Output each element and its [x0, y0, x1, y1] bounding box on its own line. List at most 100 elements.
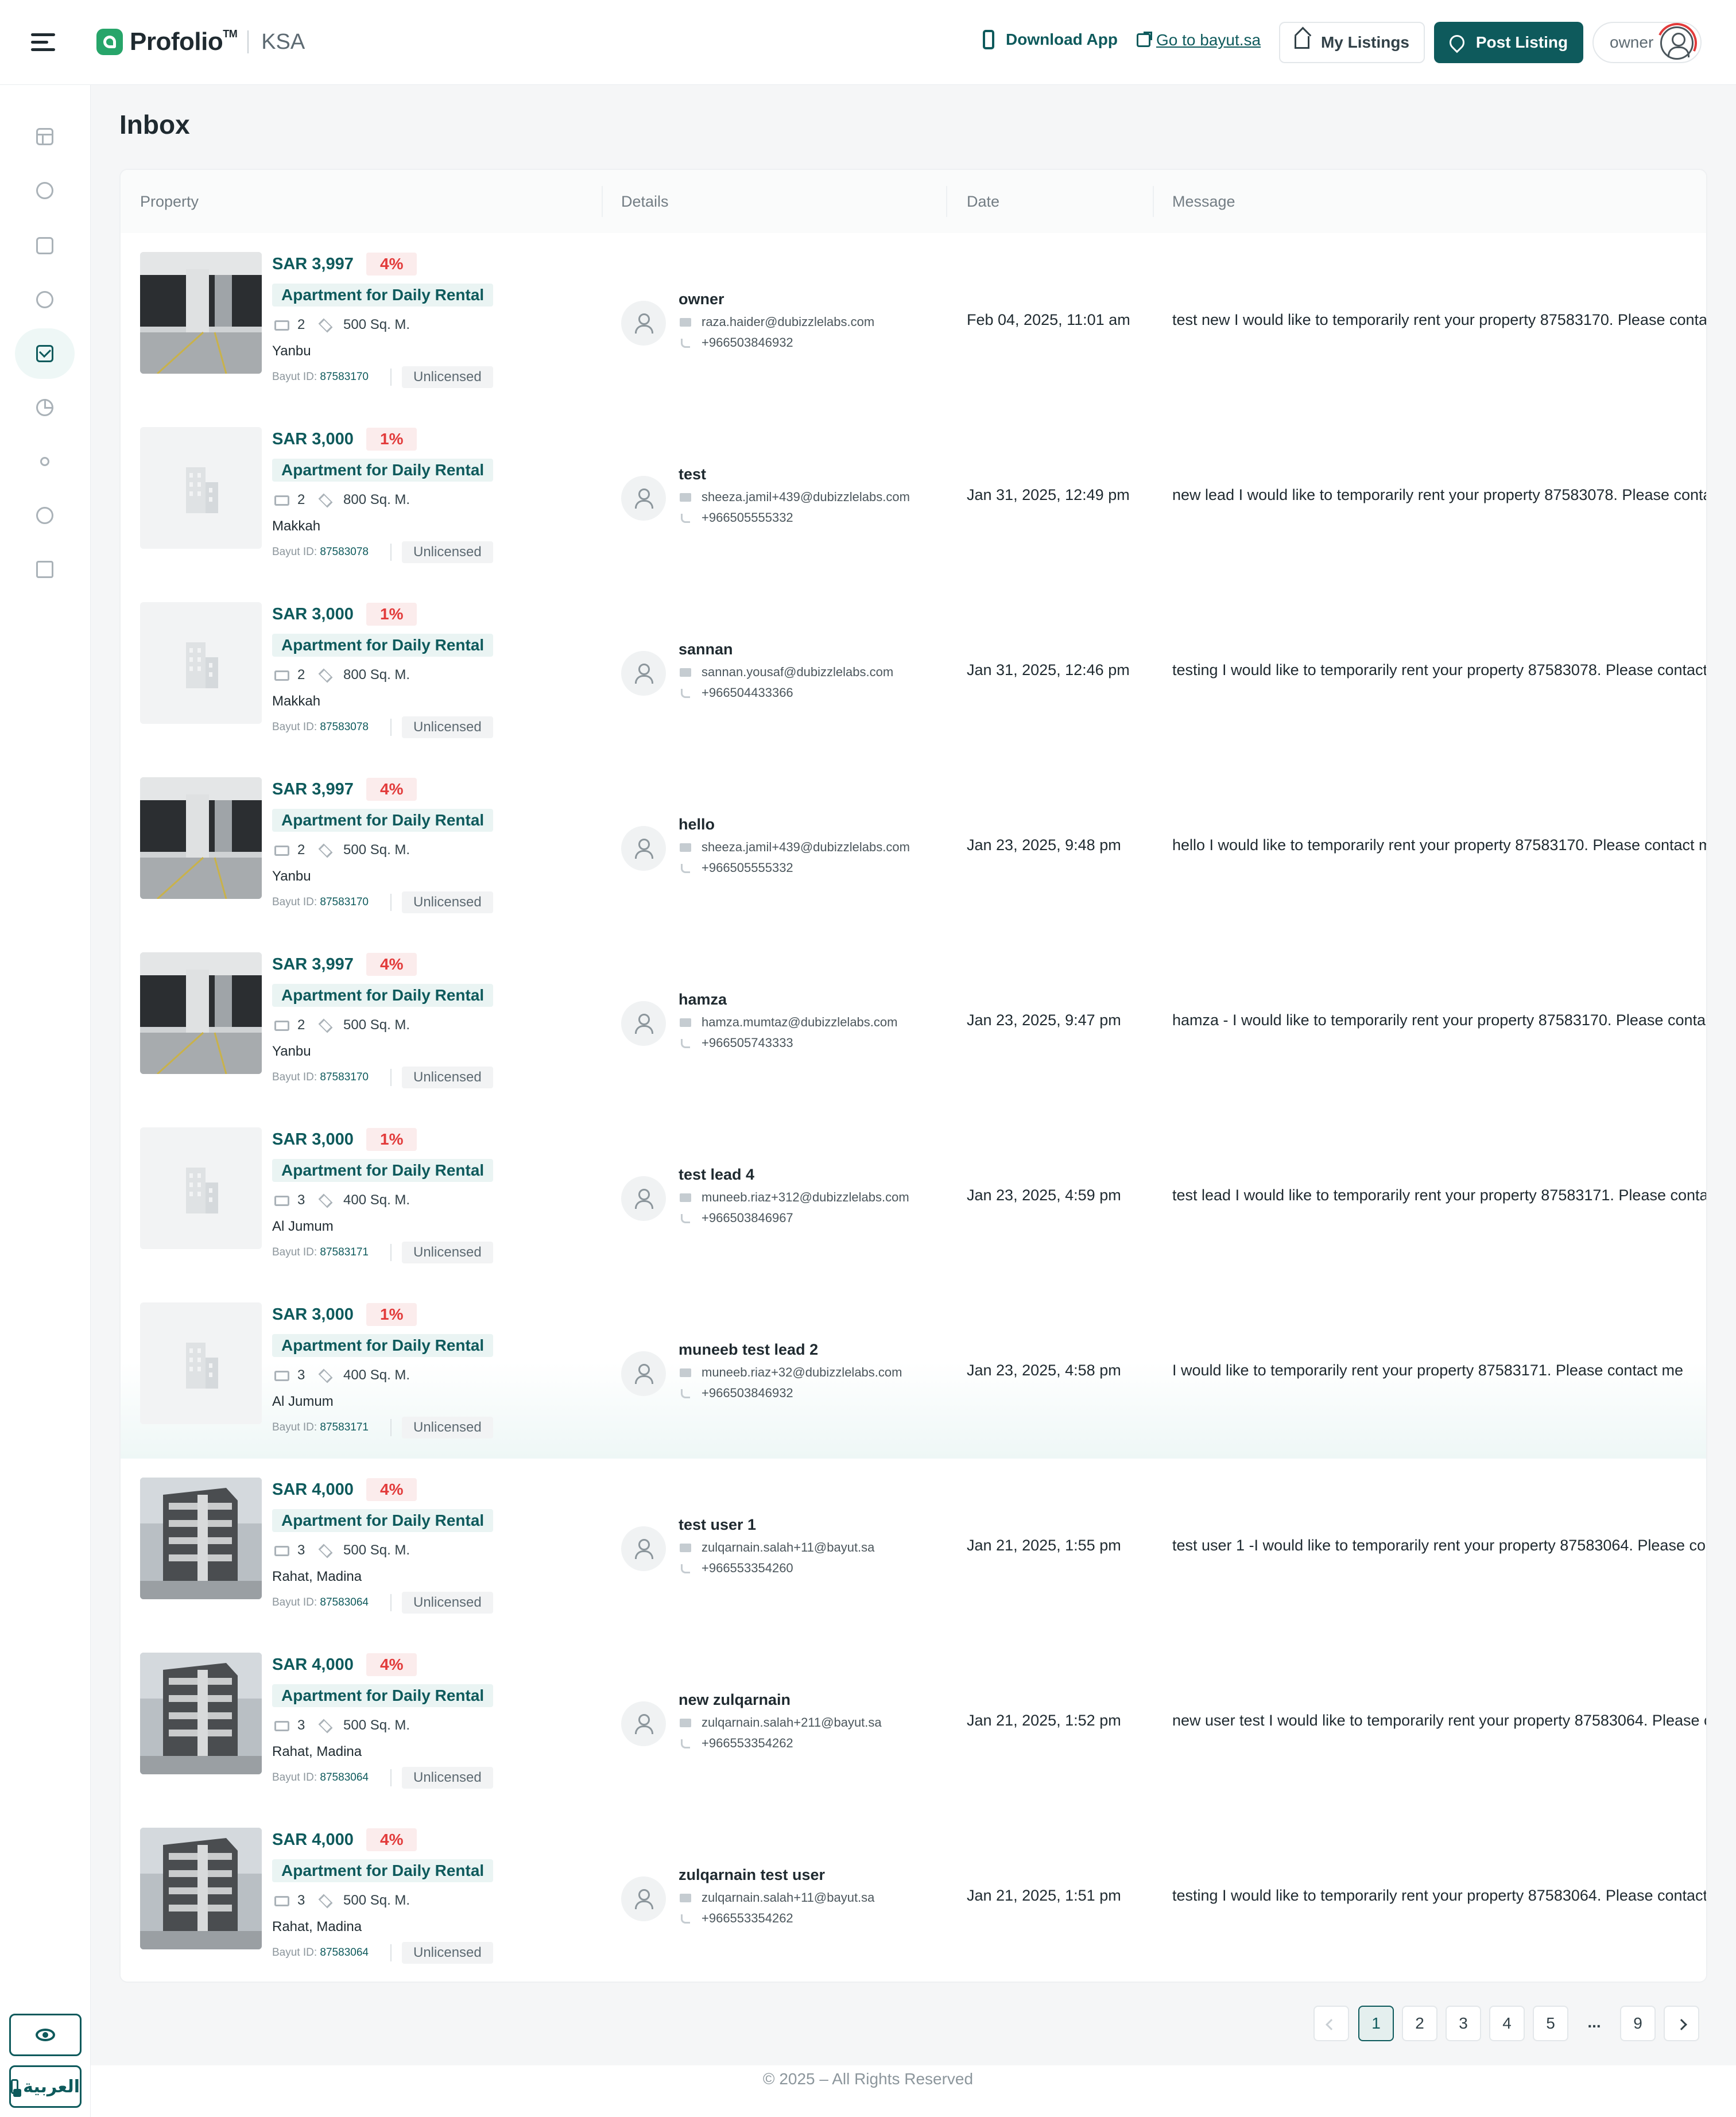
contact-email[interactable]: hamza.mumtaz@dubizzlelabs.com — [702, 1015, 897, 1030]
pagination-page-3[interactable]: 3 — [1446, 2006, 1481, 2041]
post-listing-button[interactable]: Post Listing — [1434, 22, 1583, 63]
contact-phone[interactable]: +966503846932 — [702, 1386, 793, 1401]
bayut-id-link[interactable]: 87583078 — [320, 546, 369, 558]
sidebar-item-dashboard[interactable] — [15, 111, 75, 162]
sidebar-item-add-listing[interactable] — [15, 165, 75, 216]
user-avatar-icon — [1660, 26, 1694, 60]
sidebar-item-listings[interactable] — [15, 220, 75, 271]
lead-message[interactable]: testing I would like to temporarily rent… — [1172, 1887, 1706, 1905]
table-row[interactable]: SAR 3,000 1% Apartment for Daily Rental 2 80… — [121, 583, 1706, 758]
contact-email[interactable]: zulqarnain.salah+211@bayut.sa — [702, 1715, 882, 1730]
lead-message[interactable]: test user 1 -I would like to temporarily… — [1172, 1537, 1706, 1554]
bag-icon — [36, 561, 53, 578]
property-type-badge: Apartment for Daily Rental — [272, 1509, 494, 1532]
phone-icon — [681, 514, 690, 523]
contact-email[interactable]: muneeb.riaz+312@dubizzlelabs.com — [702, 1190, 909, 1205]
table-row[interactable]: SAR 3,997 4% Apartment for Daily Rental 2 50… — [121, 758, 1706, 933]
go-to-bayut-link[interactable]: Go to bayut.sa — [1137, 31, 1261, 49]
contact-phone[interactable]: +966553354262 — [702, 1911, 793, 1926]
contact-phone[interactable]: +966503846967 — [702, 1211, 793, 1226]
contact-email[interactable]: zulqarnain.salah+11@bayut.sa — [702, 1540, 874, 1555]
sidebar-item-leads[interactable] — [15, 274, 75, 325]
sidebar-item-packages[interactable] — [15, 544, 75, 595]
pagination-page-9[interactable]: 9 — [1620, 2006, 1656, 2041]
user-menu[interactable]: owner — [1592, 17, 1703, 69]
property-image[interactable] — [140, 1127, 262, 1249]
pagination-page-1[interactable]: 1 — [1358, 2006, 1394, 2041]
bayut-id-link[interactable]: 87583170 — [320, 896, 369, 908]
my-listings-button[interactable]: My Listings — [1279, 22, 1425, 63]
email-icon — [680, 1894, 691, 1902]
table-row[interactable]: SAR 4,000 4% Apartment for Daily Rental 3 50… — [121, 1809, 1706, 1982]
support-button[interactable] — [9, 2014, 82, 2056]
property-image[interactable] — [140, 1828, 262, 1949]
table-row[interactable]: SAR 3,000 1% Apartment for Daily Rental 3 40… — [121, 1284, 1706, 1459]
menu-icon[interactable] — [31, 33, 55, 52]
sidebar-item-analytics[interactable] — [15, 382, 75, 433]
lead-message[interactable]: hamza - I would like to temporarily rent… — [1172, 1011, 1706, 1029]
contact-email[interactable]: raza.haider@dubizzlelabs.com — [702, 315, 874, 329]
lead-message[interactable]: testing I would like to temporarily rent… — [1172, 661, 1706, 679]
property-image[interactable] — [140, 252, 262, 374]
sidebar-item-inbox[interactable] — [15, 328, 75, 379]
area-icon — [318, 843, 333, 858]
table-row[interactable]: SAR 4,000 4% Apartment for Daily Rental 3 50… — [121, 1634, 1706, 1809]
pagination-page-2[interactable]: 2 — [1402, 2006, 1437, 2041]
table-row[interactable]: SAR 3,000 1% Apartment for Daily Rental 3 40… — [121, 1108, 1706, 1284]
table-row[interactable]: SAR 3,997 4% Apartment for Daily Rental 2 50… — [121, 933, 1706, 1108]
contact-phone[interactable]: +966503846932 — [702, 335, 793, 350]
property-image[interactable] — [140, 1653, 262, 1774]
pagination-page-4[interactable]: 4 — [1489, 2006, 1525, 2041]
contact-phone[interactable]: +966553354262 — [702, 1736, 793, 1751]
lead-message[interactable]: hello I would like to temporarily rent y… — [1172, 836, 1706, 854]
contact-phone[interactable]: +966505743333 — [702, 1036, 793, 1050]
bayut-id-link[interactable]: 87583171 — [320, 1421, 369, 1433]
contact-phone[interactable]: +966505555332 — [702, 510, 793, 525]
bayut-id-link[interactable]: 87583064 — [320, 1596, 369, 1608]
listings-icon — [36, 237, 53, 254]
sidebar-item-users[interactable] — [15, 436, 75, 487]
table-row[interactable]: SAR 3,997 4% Apartment for Daily Rental 2 50… — [121, 233, 1706, 408]
email-icon — [680, 493, 691, 502]
contact-phone[interactable]: +966553354260 — [702, 1561, 793, 1576]
pagination-page-5[interactable]: 5 — [1533, 2006, 1568, 2041]
table-row[interactable]: SAR 4,000 4% Apartment for Daily Rental 3 50… — [121, 1459, 1706, 1634]
contact-phone[interactable]: +966504433366 — [702, 685, 793, 700]
contact-email[interactable]: sannan.yousaf@dubizzlelabs.com — [702, 665, 893, 680]
property-image[interactable] — [140, 427, 262, 549]
table-header: Property Details Date Message — [121, 170, 1706, 233]
lead-message[interactable]: I would like to temporarily rent your pr… — [1172, 1362, 1706, 1379]
property-image[interactable] — [140, 777, 262, 899]
bayut-id-link[interactable]: 87583170 — [320, 371, 369, 383]
contact-phone[interactable]: +966505555332 — [702, 860, 793, 875]
lead-message[interactable]: test lead I would like to temporarily re… — [1172, 1187, 1706, 1204]
contact-email[interactable]: zulqarnain.salah+11@bayut.sa — [702, 1890, 874, 1905]
my-listings-label: My Listings — [1320, 33, 1409, 51]
sidebar-item-settings[interactable] — [15, 490, 75, 541]
area-icon — [318, 1018, 333, 1033]
property-image[interactable] — [140, 952, 262, 1074]
lead-message[interactable]: new lead I would like to temporarily ren… — [1172, 486, 1706, 504]
property-image[interactable] — [140, 1478, 262, 1599]
lead-message[interactable]: test new I would like to temporarily ren… — [1172, 311, 1706, 329]
property-price: SAR 3,000 — [272, 430, 354, 448]
table-row[interactable]: SAR 3,000 1% Apartment for Daily Rental 2 80… — [121, 408, 1706, 583]
bayut-id-link[interactable]: 87583170 — [320, 1071, 369, 1083]
download-app-link[interactable]: Download App — [983, 30, 1118, 49]
bayut-id-link[interactable]: 87583064 — [320, 1947, 369, 1959]
lead-message[interactable]: new user test I would like to temporaril… — [1172, 1712, 1706, 1730]
pagination-prev-button[interactable] — [1313, 2006, 1349, 2041]
logo[interactable]: ProfolioTM KSA — [96, 28, 305, 56]
bayut-id-link[interactable]: 87583171 — [320, 1246, 369, 1258]
bed-count: 3 — [297, 1893, 305, 1908]
property-image[interactable] — [140, 602, 262, 724]
pagination-next-button[interactable] — [1664, 2006, 1699, 2041]
contact-name: hello — [679, 816, 715, 833]
property-image[interactable] — [140, 1302, 262, 1424]
bayut-id-link[interactable]: 87583064 — [320, 1771, 369, 1783]
contact-email[interactable]: muneeb.riaz+32@dubizzlelabs.com — [702, 1365, 902, 1380]
contact-email[interactable]: sheeza.jamil+439@dubizzlelabs.com — [702, 490, 910, 505]
property-price: SAR 4,000 — [272, 1831, 354, 1849]
contact-email[interactable]: sheeza.jamil+439@dubizzlelabs.com — [702, 840, 910, 855]
bayut-id-link[interactable]: 87583078 — [320, 721, 369, 733]
